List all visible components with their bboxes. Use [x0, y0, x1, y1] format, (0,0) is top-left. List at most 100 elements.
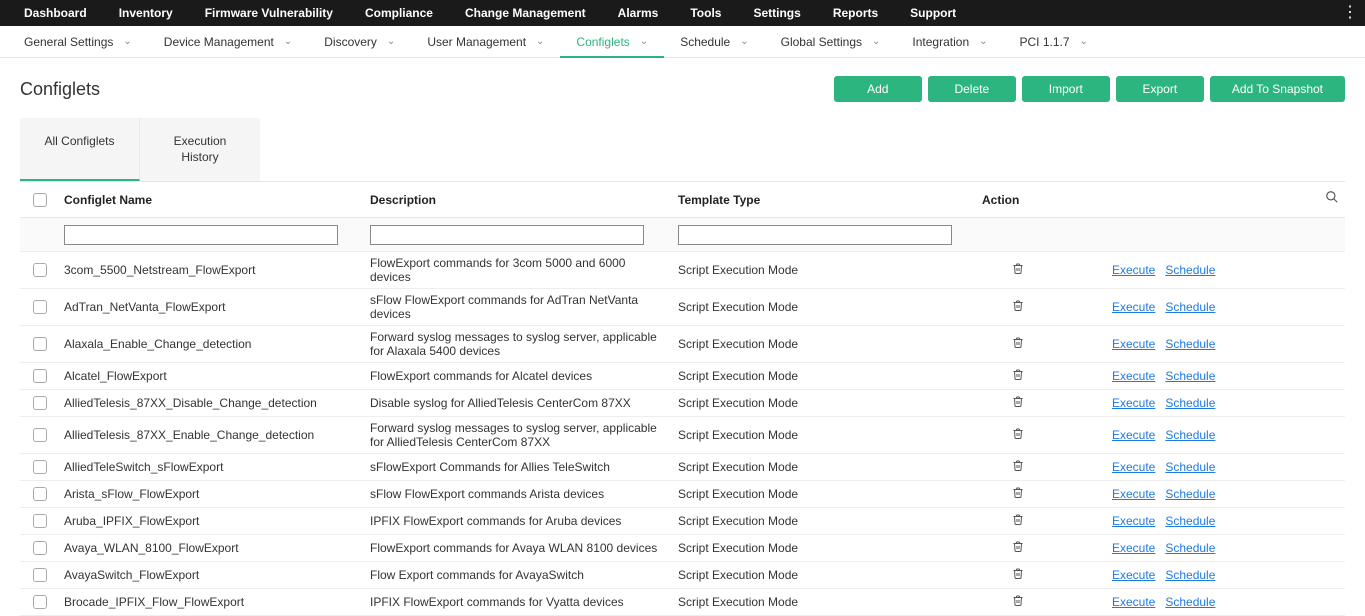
export-button[interactable]: Export [1116, 76, 1204, 102]
schedule-link[interactable]: Schedule [1165, 460, 1215, 474]
topnav-item-support[interactable]: Support [894, 0, 972, 26]
schedule-link[interactable]: Schedule [1165, 263, 1215, 277]
subnav-item-configlets[interactable]: Configlets⌄ [560, 26, 664, 58]
trash-icon[interactable] [982, 428, 1024, 443]
more-menu-icon[interactable]: ⋮ [1342, 0, 1357, 26]
subnav-item-integration[interactable]: Integration⌄ [896, 26, 1003, 58]
trash-icon[interactable] [982, 487, 1024, 502]
tab-all-configlets[interactable]: All Configlets [20, 118, 140, 181]
col-header-name[interactable]: Configlet Name [60, 193, 370, 207]
cell-description: Forward syslog messages to syslog server… [370, 330, 678, 358]
delete-button[interactable]: Delete [928, 76, 1016, 102]
topnav-item-alarms[interactable]: Alarms [602, 0, 675, 26]
trash-icon[interactable] [982, 263, 1024, 278]
topnav-item-inventory[interactable]: Inventory [103, 0, 189, 26]
execute-link[interactable]: Execute [1112, 263, 1155, 277]
filter-type-input[interactable] [678, 225, 952, 245]
trash-icon[interactable] [982, 337, 1024, 352]
cell-type: Script Execution Mode [678, 369, 982, 383]
schedule-link[interactable]: Schedule [1165, 487, 1215, 501]
add-button[interactable]: Add [834, 76, 922, 102]
row-actions: Execute Schedule [1112, 337, 1215, 351]
topnav-item-firmware-vulnerability[interactable]: Firmware Vulnerability [189, 0, 349, 26]
subnav-item-pci-1.1.7[interactable]: PCI 1.1.7⌄ [1004, 26, 1104, 58]
schedule-link[interactable]: Schedule [1165, 541, 1215, 555]
trash-icon[interactable] [982, 460, 1024, 475]
trash-icon[interactable] [982, 369, 1024, 384]
trash-icon[interactable] [982, 396, 1024, 411]
import-button[interactable]: Import [1022, 76, 1110, 102]
trash-icon[interactable] [982, 595, 1024, 610]
cell-description: FlowExport commands for Avaya WLAN 8100 … [370, 541, 678, 555]
page-title: Configlets [20, 79, 100, 100]
col-header-type[interactable]: Template Type [678, 193, 982, 207]
select-all-checkbox[interactable] [33, 193, 47, 207]
schedule-link[interactable]: Schedule [1165, 369, 1215, 383]
row-checkbox[interactable] [33, 460, 47, 474]
filter-name-input[interactable] [64, 225, 338, 245]
execute-link[interactable]: Execute [1112, 396, 1155, 410]
subnav-label: Integration [912, 26, 969, 58]
schedule-link[interactable]: Schedule [1165, 514, 1215, 528]
cell-type: Script Execution Mode [678, 595, 982, 609]
add-to-snapshot-button[interactable]: Add To Snapshot [1210, 76, 1345, 102]
top-nav: DashboardInventoryFirmware Vulnerability… [0, 0, 1365, 26]
cell-description: sFlowExport Commands for Allies TeleSwit… [370, 460, 678, 474]
row-checkbox[interactable] [33, 568, 47, 582]
topnav-item-settings[interactable]: Settings [737, 0, 816, 26]
row-checkbox[interactable] [33, 396, 47, 410]
execute-link[interactable]: Execute [1112, 460, 1155, 474]
trash-icon[interactable] [982, 568, 1024, 583]
trash-icon[interactable] [982, 514, 1024, 529]
row-checkbox[interactable] [33, 369, 47, 383]
topnav-item-dashboard[interactable]: Dashboard [8, 0, 103, 26]
subnav-item-user-management[interactable]: User Management⌄ [411, 26, 560, 58]
chevron-down-icon: ⌄ [872, 26, 880, 58]
execute-link[interactable]: Execute [1112, 337, 1155, 351]
filter-desc-input[interactable] [370, 225, 644, 245]
topnav-item-compliance[interactable]: Compliance [349, 0, 449, 26]
row-checkbox[interactable] [33, 428, 47, 442]
cell-name: AlliedTeleSwitch_sFlowExport [64, 460, 370, 474]
topnav-item-change-management[interactable]: Change Management [449, 0, 602, 26]
subnav-item-general-settings[interactable]: General Settings⌄ [8, 26, 148, 58]
row-checkbox[interactable] [33, 487, 47, 501]
subnav-item-device-management[interactable]: Device Management⌄ [148, 26, 308, 58]
cell-description: Disable syslog for AlliedTelesis CenterC… [370, 396, 678, 410]
subnav-item-schedule[interactable]: Schedule⌄ [664, 26, 764, 58]
execute-link[interactable]: Execute [1112, 300, 1155, 314]
schedule-link[interactable]: Schedule [1165, 300, 1215, 314]
execute-link[interactable]: Execute [1112, 568, 1155, 582]
row-checkbox[interactable] [33, 514, 47, 528]
topnav-item-tools[interactable]: Tools [674, 0, 737, 26]
execute-link[interactable]: Execute [1112, 595, 1155, 609]
row-checkbox[interactable] [33, 595, 47, 609]
row-checkbox[interactable] [33, 541, 47, 555]
execute-link[interactable]: Execute [1112, 514, 1155, 528]
schedule-link[interactable]: Schedule [1165, 568, 1215, 582]
schedule-link[interactable]: Schedule [1165, 396, 1215, 410]
row-checkbox[interactable] [33, 300, 47, 314]
search-icon[interactable] [1325, 190, 1339, 207]
schedule-link[interactable]: Schedule [1165, 595, 1215, 609]
execute-link[interactable]: Execute [1112, 487, 1155, 501]
trash-icon[interactable] [982, 300, 1024, 315]
execute-link[interactable]: Execute [1112, 428, 1155, 442]
tab-execution-history[interactable]: ExecutionHistory [140, 118, 260, 181]
topnav-item-reports[interactable]: Reports [817, 0, 894, 26]
schedule-link[interactable]: Schedule [1165, 428, 1215, 442]
subnav-label: PCI 1.1.7 [1020, 26, 1070, 58]
trash-icon[interactable] [982, 541, 1024, 556]
execute-link[interactable]: Execute [1112, 369, 1155, 383]
table-row: AlliedTelesis_87XX_Disable_Change_detect… [20, 390, 1345, 417]
subnav-item-discovery[interactable]: Discovery⌄ [308, 26, 411, 58]
action-buttons: Add Delete Import Export Add To Snapshot [834, 76, 1345, 102]
cell-type: Script Execution Mode [678, 263, 982, 277]
row-checkbox[interactable] [33, 263, 47, 277]
subnav-item-global-settings[interactable]: Global Settings⌄ [765, 26, 897, 58]
execute-link[interactable]: Execute [1112, 541, 1155, 555]
row-checkbox[interactable] [33, 337, 47, 351]
schedule-link[interactable]: Schedule [1165, 337, 1215, 351]
cell-name: AlliedTelesis_87XX_Disable_Change_detect… [64, 396, 370, 410]
col-header-description[interactable]: Description [370, 193, 678, 207]
